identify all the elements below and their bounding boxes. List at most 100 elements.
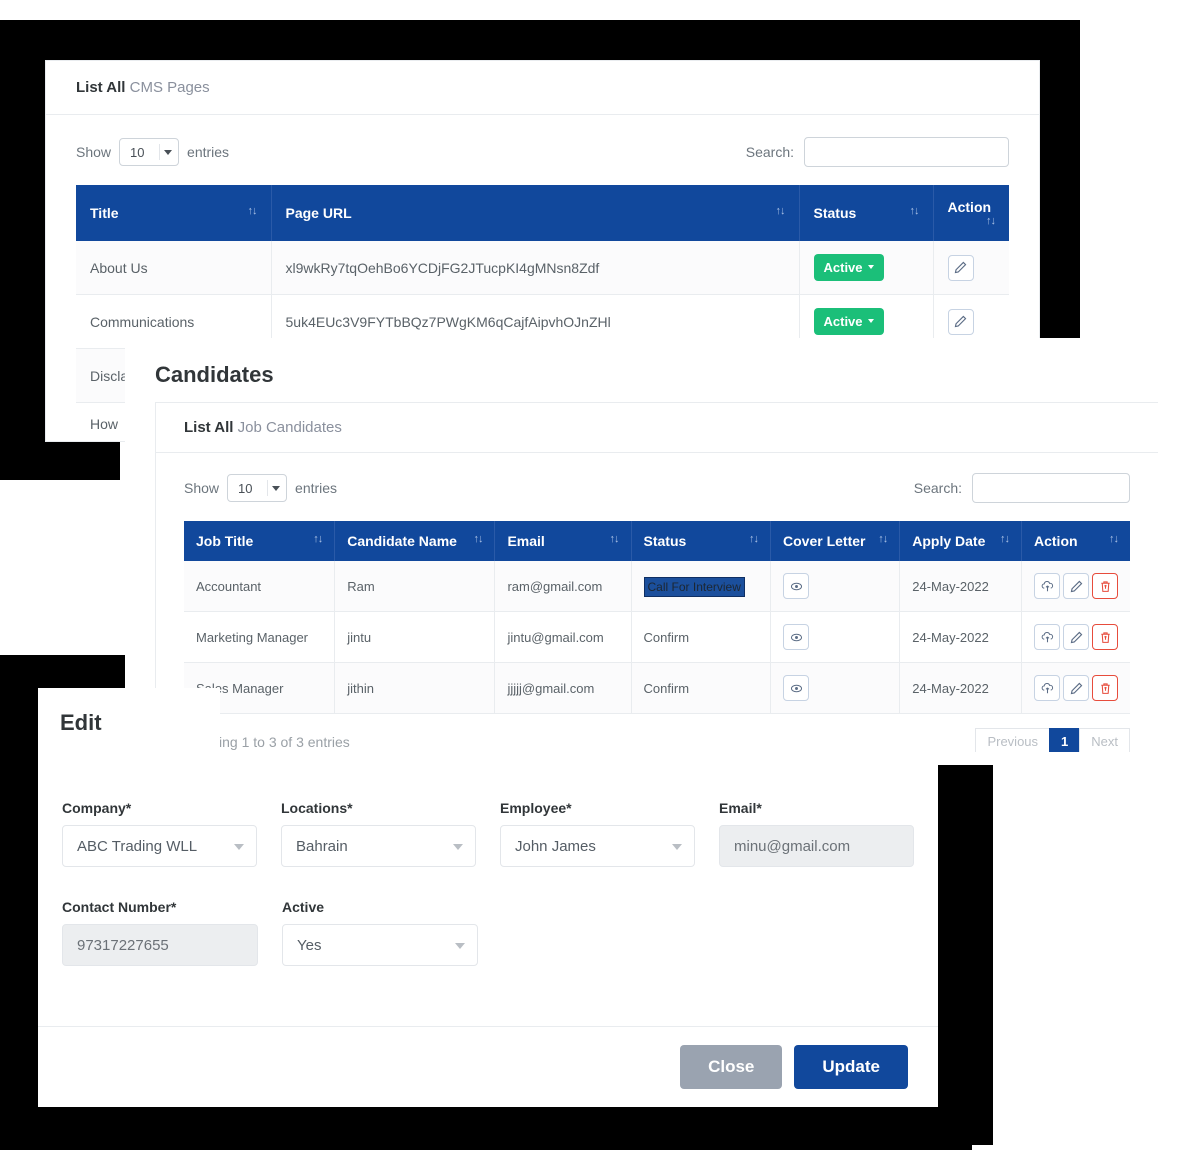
sort-icon: ↑↓ xyxy=(247,205,258,217)
pagination-previous[interactable]: Previous xyxy=(975,728,1051,752)
cloud-upload-icon[interactable] xyxy=(1034,624,1060,650)
trash-icon[interactable] xyxy=(1092,675,1118,701)
pagination-next[interactable]: Next xyxy=(1079,728,1130,752)
active-label: Active xyxy=(282,899,325,915)
chevron-down-icon xyxy=(455,943,465,949)
eye-icon[interactable] xyxy=(783,624,810,650)
candidates-search-input[interactable] xyxy=(972,473,1130,503)
candidates-table-body: Accountant Ram ram@gmail.com Call For In… xyxy=(184,561,1130,714)
contact-number-label: Contact Number* xyxy=(62,899,177,915)
candidates-header-rest: Job Candidates xyxy=(233,419,342,436)
cand-cell-name: jithin xyxy=(334,662,496,714)
status-badge[interactable]: Active xyxy=(813,308,884,335)
employee-label: Employee* xyxy=(500,800,572,816)
chevron-down-icon xyxy=(867,319,874,323)
pencil-icon[interactable] xyxy=(947,254,974,281)
cand-cell-apply-date: 24-May-2022 xyxy=(899,611,1022,663)
candidates-modal-header: Candidates xyxy=(125,338,1155,402)
row-action-group xyxy=(1034,573,1118,599)
cms-col-status[interactable]: Status ↑↓ xyxy=(799,185,934,241)
cms-col-title[interactable]: Title ↑↓ xyxy=(76,185,272,241)
candidates-panel-body: Show 10 entries Search: Job Title ↑↓ Can… xyxy=(156,453,1158,752)
cand-cell-action xyxy=(1021,611,1130,663)
cand-col-job-title[interactable]: Job Title ↑↓ xyxy=(184,521,336,561)
update-button[interactable]: Update xyxy=(794,1045,908,1089)
company-select[interactable]: ABC Trading WLL xyxy=(62,825,257,867)
cms-search-input[interactable] xyxy=(804,137,1009,167)
pagination-page-1[interactable]: 1 xyxy=(1049,728,1081,752)
locations-select[interactable]: Bahrain xyxy=(281,825,476,867)
candidates-header-strong: List All xyxy=(184,419,234,436)
status-badge-label: Active xyxy=(823,314,863,329)
cand-col-action[interactable]: Action ↑↓ xyxy=(1021,521,1130,561)
cms-length-select[interactable]: 10 xyxy=(119,138,180,166)
row-action-group xyxy=(1034,675,1118,701)
email-field[interactable]: minu@gmail.com xyxy=(719,825,914,867)
cms-datatable-controls: Show 10 entries Search: xyxy=(76,137,1009,167)
cand-col-job-title-label: Job Title xyxy=(196,533,254,549)
cand-col-email[interactable]: Email ↑↓ xyxy=(494,521,632,561)
sort-icon: ↑↓ xyxy=(986,215,996,227)
edit-modal-body: Company* ABC Trading WLL Locations* Bahr… xyxy=(38,762,938,966)
trash-icon[interactable] xyxy=(1092,573,1118,599)
screenshot-root: List All CMS Pages Show 10 entries Searc… xyxy=(0,0,1200,1153)
candidates-length-select[interactable]: 10 xyxy=(227,474,288,502)
cand-col-status[interactable]: Status ↑↓ xyxy=(631,521,772,561)
pagination: Previous 1 Next xyxy=(975,728,1130,752)
chevron-down-icon xyxy=(272,486,281,491)
candidates-length-control: Show 10 entries xyxy=(184,474,337,502)
table-row: Accountant Ram ram@gmail.com Call For In… xyxy=(184,561,1130,612)
edit-modal-footer: Close Update xyxy=(38,1026,938,1107)
employee-select[interactable]: John James xyxy=(500,825,695,867)
table-row: Sales Manager jithin jjjjj@gmail.com Con… xyxy=(184,662,1130,714)
pencil-icon[interactable] xyxy=(1063,624,1089,650)
cms-header-row: Title ↑↓ Page URL ↑↓ Status ↑↓ Action ↑↓ xyxy=(76,185,1009,241)
eye-icon[interactable] xyxy=(783,675,810,701)
active-select[interactable]: Yes xyxy=(282,924,478,966)
cms-col-title-label: Title xyxy=(90,205,119,221)
company-label: Company* xyxy=(62,800,132,816)
cand-col-cover-letter[interactable]: Cover Letter ↑↓ xyxy=(770,521,901,561)
cms-col-url[interactable]: Page URL ↑↓ xyxy=(271,185,800,241)
cand-cell-action xyxy=(1021,662,1130,714)
pencil-icon[interactable] xyxy=(1063,573,1089,599)
active-field-group: Active Yes xyxy=(282,899,478,966)
cms-panel-header: List All CMS Pages xyxy=(46,61,1039,115)
status-text-selected: Call For Interview xyxy=(643,576,745,597)
cms-cell-status: Active xyxy=(799,241,934,295)
edit-form-row-2: Contact Number* 97317227655 Active Yes xyxy=(62,899,914,966)
cms-panel-header-strong: List All xyxy=(76,79,126,96)
cms-length-control: Show 10 entries xyxy=(76,138,229,166)
status-badge-label: Active xyxy=(823,260,863,275)
trash-icon[interactable] xyxy=(1092,624,1118,650)
close-button[interactable]: Close xyxy=(680,1045,783,1089)
cms-cell-action xyxy=(933,241,1009,295)
locations-value: Bahrain xyxy=(296,837,348,855)
employee-field-group: Employee* John James xyxy=(500,800,695,867)
candidates-length-sep xyxy=(267,480,269,496)
sort-icon: ↑↓ xyxy=(473,533,483,545)
cms-length-sep xyxy=(159,144,161,160)
candidates-table-head: Job Title ↑↓ Candidate Name ↑↓ Email ↑↓ xyxy=(184,521,1130,561)
cloud-upload-icon[interactable] xyxy=(1034,675,1060,701)
cloud-upload-icon[interactable] xyxy=(1034,573,1060,599)
contact-number-field[interactable]: 97317227655 xyxy=(62,924,258,966)
pencil-icon[interactable] xyxy=(1063,675,1089,701)
pencil-icon[interactable] xyxy=(947,308,974,335)
cms-search-control: Search: xyxy=(746,137,1009,167)
cand-col-email-label: Email xyxy=(507,533,545,549)
chevron-down-icon xyxy=(672,844,682,850)
email-label: Email* xyxy=(719,800,762,816)
candidates-panel-header: List All Job Candidates xyxy=(156,403,1158,453)
candidates-search-label: Search: xyxy=(913,480,962,496)
status-badge[interactable]: Active xyxy=(813,254,884,281)
candidates-header-row: Job Title ↑↓ Candidate Name ↑↓ Email ↑↓ xyxy=(184,521,1130,561)
cms-col-status-label: Status xyxy=(813,205,857,221)
cand-col-action-label: Action xyxy=(1034,533,1078,549)
cand-col-apply-date[interactable]: Apply Date ↑↓ xyxy=(899,521,1022,561)
cms-cell-url: xl9wkRy7tqOehBo6YCDjFG2JTucpKI4gMNsn8Zdf xyxy=(271,241,800,295)
eye-icon[interactable] xyxy=(783,573,810,599)
cand-col-name[interactable]: Candidate Name ↑↓ xyxy=(334,521,496,561)
contact-number-value: 97317227655 xyxy=(77,936,169,954)
cms-col-action[interactable]: Action ↑↓ xyxy=(933,185,1009,241)
